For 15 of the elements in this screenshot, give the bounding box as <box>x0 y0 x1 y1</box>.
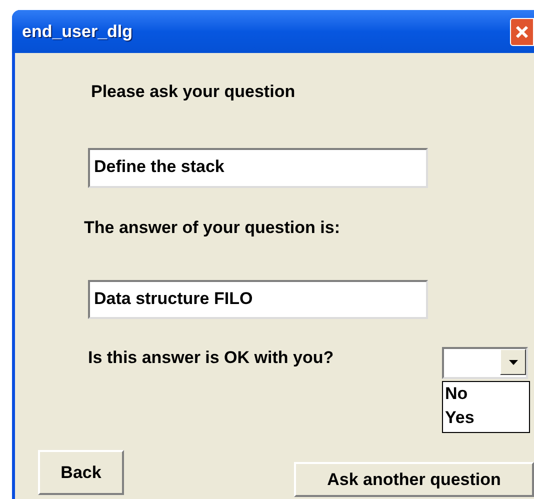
feedback-label: Is this answer is OK with you? <box>88 347 335 369</box>
back-button[interactable]: Back <box>38 450 124 495</box>
question-field[interactable]: Define the stack <box>88 148 428 188</box>
ask-another-question-button[interactable]: Ask another question <box>294 462 534 497</box>
caret-icon <box>508 360 518 364</box>
dropdown-option[interactable]: No <box>443 382 529 406</box>
close-icon <box>514 24 530 40</box>
dropdown-arrow-button[interactable] <box>500 349 526 375</box>
answer-field[interactable]: Data structure FILO <box>88 280 428 319</box>
dropdown-option[interactable]: Yes <box>443 406 529 430</box>
answer-label: The answer of your question is: <box>84 216 341 238</box>
window-title: end_user_dlg <box>22 20 133 43</box>
feedback-dropdown[interactable] <box>442 347 528 379</box>
close-button[interactable] <box>510 18 534 46</box>
question-label: Please ask your question <box>91 81 296 103</box>
